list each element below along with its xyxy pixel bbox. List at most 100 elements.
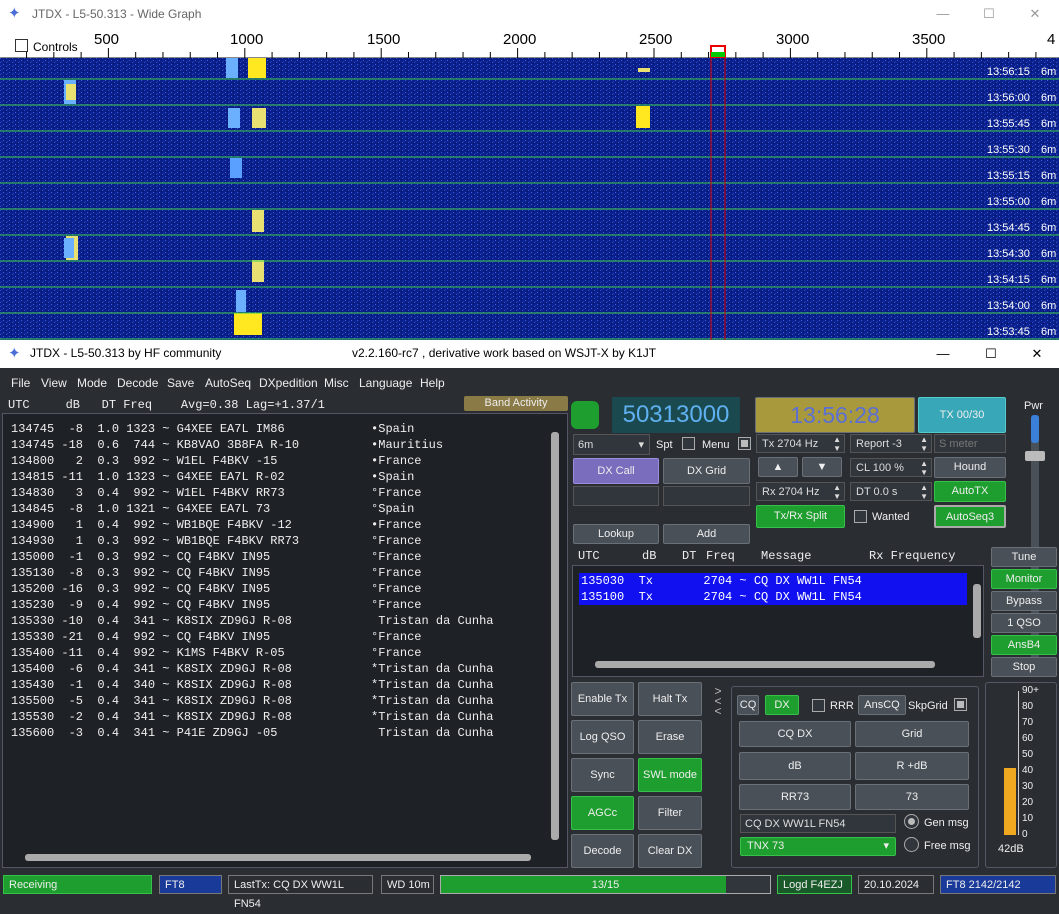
clear-dx-button[interactable]: Clear DX — [638, 834, 702, 868]
table-row[interactable]: 134900 1 0.4 992 ~ WB1BQE F4BKV -12 •Fra… — [11, 518, 421, 534]
table-row[interactable]: 134745 -18 0.6 744 ~ KB8VAO 3B8FA R-10 •… — [11, 438, 443, 454]
dx-grid-button[interactable]: DX Grid — [663, 458, 750, 484]
menu-file[interactable]: File — [11, 376, 30, 390]
dx-call-field[interactable] — [573, 486, 659, 506]
band-select[interactable]: 6m ▾ — [573, 434, 650, 455]
list-item[interactable]: 135030 Tx 2704 ~ CQ DX WW1L FN54 — [581, 574, 862, 588]
scroll-thumb[interactable] — [595, 661, 935, 668]
tx-counter[interactable]: TX 00/30 — [918, 397, 1006, 433]
cq-dx-message-button[interactable]: CQ DX — [739, 721, 851, 747]
rr73-message-button[interactable]: RR73 — [739, 784, 851, 810]
anscq-button[interactable]: AnsCQ — [858, 695, 906, 715]
table-row[interactable]: 135430 -1 0.4 340 ~ K8SIX ZD9GJ R-08 *Tr… — [11, 678, 493, 694]
lookup-button[interactable]: Lookup — [573, 524, 659, 544]
table-row[interactable]: 135530 -2 0.4 341 ~ K8SIX ZD9GJ R-08 *Tr… — [11, 710, 493, 726]
table-row[interactable]: 135330 -21 0.4 992 ~ CQ F4BKV IN95 °Fran… — [11, 630, 421, 646]
list-item[interactable]: 135100 Tx 2704 ~ CQ DX WW1L FN54 — [581, 590, 862, 604]
band-activity-button[interactable]: Band Activity — [464, 396, 568, 411]
autoseq3-button[interactable]: AutoSeq3 — [934, 505, 1006, 528]
menu-language[interactable]: Language — [359, 376, 412, 390]
tx-rx-split-button[interactable]: Tx/Rx Split — [756, 505, 845, 528]
menu-checkbox[interactable] — [738, 437, 751, 450]
tx-up-button[interactable]: ▲ — [758, 457, 798, 477]
autotx-button[interactable]: AutoTX — [934, 481, 1006, 502]
maximize-icon[interactable]: ☐ — [968, 340, 1014, 368]
dx-grid-field[interactable] — [663, 486, 750, 506]
free-message-select[interactable]: TNX 73 ▾ — [740, 837, 896, 856]
scroll-thumb[interactable] — [973, 584, 981, 638]
dt-spinbox[interactable]: DT 0.0 s ▲ ▼ — [850, 482, 932, 501]
menu-misc[interactable]: Misc — [324, 376, 349, 390]
table-row[interactable]: 135400 -11 0.4 992 ~ K1MS F4BKV R-05 °Fr… — [11, 646, 421, 662]
table-row[interactable]: 135330 -10 0.4 341 ~ K8SIX ZD9GJ R-08 Tr… — [11, 614, 493, 630]
bypass-button[interactable]: Bypass — [991, 591, 1057, 611]
ansb4-button[interactable]: AnsB4 — [991, 635, 1057, 655]
menu-save[interactable]: Save — [167, 376, 194, 390]
table-row[interactable]: 134845 -8 1.0 1321 ~ G4XEE EA7L 73 °Spai… — [11, 502, 414, 518]
table-row[interactable]: 135000 -1 0.3 992 ~ CQ F4BKV IN95 °Franc… — [11, 550, 421, 566]
r-db-message-button[interactable]: R +dB — [855, 752, 969, 780]
close-icon[interactable]: ✕ — [1012, 0, 1058, 28]
maximize-icon[interactable]: ☐ — [966, 0, 1012, 28]
wanted-checkbox[interactable] — [854, 510, 867, 523]
table-row[interactable]: 134745 -8 1.0 1323 ~ G4XEE EA7L IM86 •Sp… — [11, 422, 414, 438]
hound-button[interactable]: Hound — [934, 457, 1006, 478]
menu-view[interactable]: View — [41, 376, 67, 390]
menu-autoseq[interactable]: AutoSeq — [205, 376, 251, 390]
horizontal-scrollbar[interactable] — [11, 852, 545, 862]
swl-mode-button[interactable]: SWL mode — [638, 758, 702, 792]
table-row[interactable]: 135130 -8 0.3 992 ~ CQ F4BKV IN95 °Franc… — [11, 566, 421, 582]
free-msg-radio[interactable] — [904, 837, 919, 852]
vertical-scrollbar[interactable] — [972, 574, 982, 654]
one-qso-button[interactable]: 1 QSO — [991, 613, 1057, 633]
menu-mode[interactable]: Mode — [77, 376, 107, 390]
cl-spinbox[interactable]: CL 100 % ▲ ▼ — [850, 458, 932, 477]
table-row[interactable]: 135200 -16 0.3 992 ~ CQ F4BKV IN95 °Fran… — [11, 582, 421, 598]
close-icon[interactable]: ✕ — [1014, 340, 1059, 368]
menu-dxpedition[interactable]: DXpedition — [259, 376, 318, 390]
menu-help[interactable]: Help — [420, 376, 445, 390]
monitor-button[interactable]: Monitor — [991, 569, 1057, 589]
cq-button[interactable]: CQ — [737, 695, 759, 715]
sync-button[interactable]: Sync — [571, 758, 634, 792]
generated-message-field[interactable]: CQ DX WW1L FN54 — [740, 814, 896, 833]
vertical-scrollbar[interactable] — [549, 418, 561, 852]
log-qso-button[interactable]: Log QSO — [571, 720, 634, 754]
scroll-thumb[interactable] — [551, 432, 559, 840]
table-row[interactable]: 135400 -6 0.4 341 ~ K8SIX ZD9GJ R-08 *Tr… — [11, 662, 493, 678]
dx-call-button[interactable]: DX Call — [573, 458, 659, 484]
rx-frequency-spinbox[interactable]: Rx 2704 Hz ▲ ▼ — [756, 482, 845, 501]
tx-frequency-spinbox[interactable]: Tx 2704 Hz ▲ ▼ — [756, 434, 845, 453]
scroll-thumb[interactable] — [25, 854, 531, 861]
minimize-icon[interactable]: — — [920, 340, 966, 368]
minimize-icon[interactable]: — — [920, 0, 966, 28]
stop-button[interactable]: Stop — [991, 657, 1057, 677]
filter-button[interactable]: Filter — [638, 796, 702, 830]
decode-button[interactable]: Decode — [571, 834, 634, 868]
table-row[interactable]: 135500 -5 0.4 341 ~ K8SIX ZD9GJ R-08 *Tr… — [11, 694, 493, 710]
dx-button[interactable]: DX — [765, 695, 799, 715]
table-row[interactable]: 134800 2 0.3 992 ~ W1EL F4BKV -15 •Franc… — [11, 454, 421, 470]
skpgrid-checkbox[interactable] — [954, 698, 967, 711]
gen-msg-radio[interactable] — [904, 814, 919, 829]
menu-decode[interactable]: Decode — [117, 376, 158, 390]
table-row[interactable]: 134830 3 0.4 992 ~ W1EL F4BKV RR73 °Fran… — [11, 486, 421, 502]
rx-frequency-list[interactable]: 135030 Tx 2704 ~ CQ DX WW1L FN54 135100 … — [572, 565, 984, 677]
halt-tx-button[interactable]: Halt Tx — [638, 682, 702, 716]
tune-button[interactable]: Tune — [991, 547, 1057, 567]
add-button[interactable]: Add — [663, 524, 750, 544]
rrr-checkbox[interactable] — [812, 699, 825, 712]
enable-tx-button[interactable]: Enable Tx — [571, 682, 634, 716]
horizontal-scrollbar[interactable] — [581, 659, 969, 669]
waterfall-display[interactable]: 13:56:15 6m 13:56:00 6m 13:55:45 6m 13:55:30 6m… — [0, 58, 1059, 340]
frequency-scale[interactable]: Controls 500 1000 1500 2000 2500 3000 35… — [0, 28, 1059, 58]
73-message-button[interactable]: 73 — [855, 784, 969, 810]
db-message-button[interactable]: dB — [739, 752, 851, 780]
table-row[interactable]: 135600 -3 0.4 341 ~ P41E ZD9GJ -05 Trist… — [11, 726, 493, 742]
table-row[interactable]: 134930 1 0.3 992 ~ WB1BQE F4BKV RR73 °Fr… — [11, 534, 421, 550]
erase-button[interactable]: Erase — [638, 720, 702, 754]
table-row[interactable]: 135230 -9 0.4 992 ~ CQ F4BKV IN95 °Franc… — [11, 598, 421, 614]
spt-checkbox[interactable] — [682, 437, 695, 450]
table-row[interactable]: 134815 -11 1.0 1323 ~ G4XEE EA7L R-02 •S… — [11, 470, 414, 486]
pwr-slider-handle[interactable] — [1025, 451, 1045, 461]
